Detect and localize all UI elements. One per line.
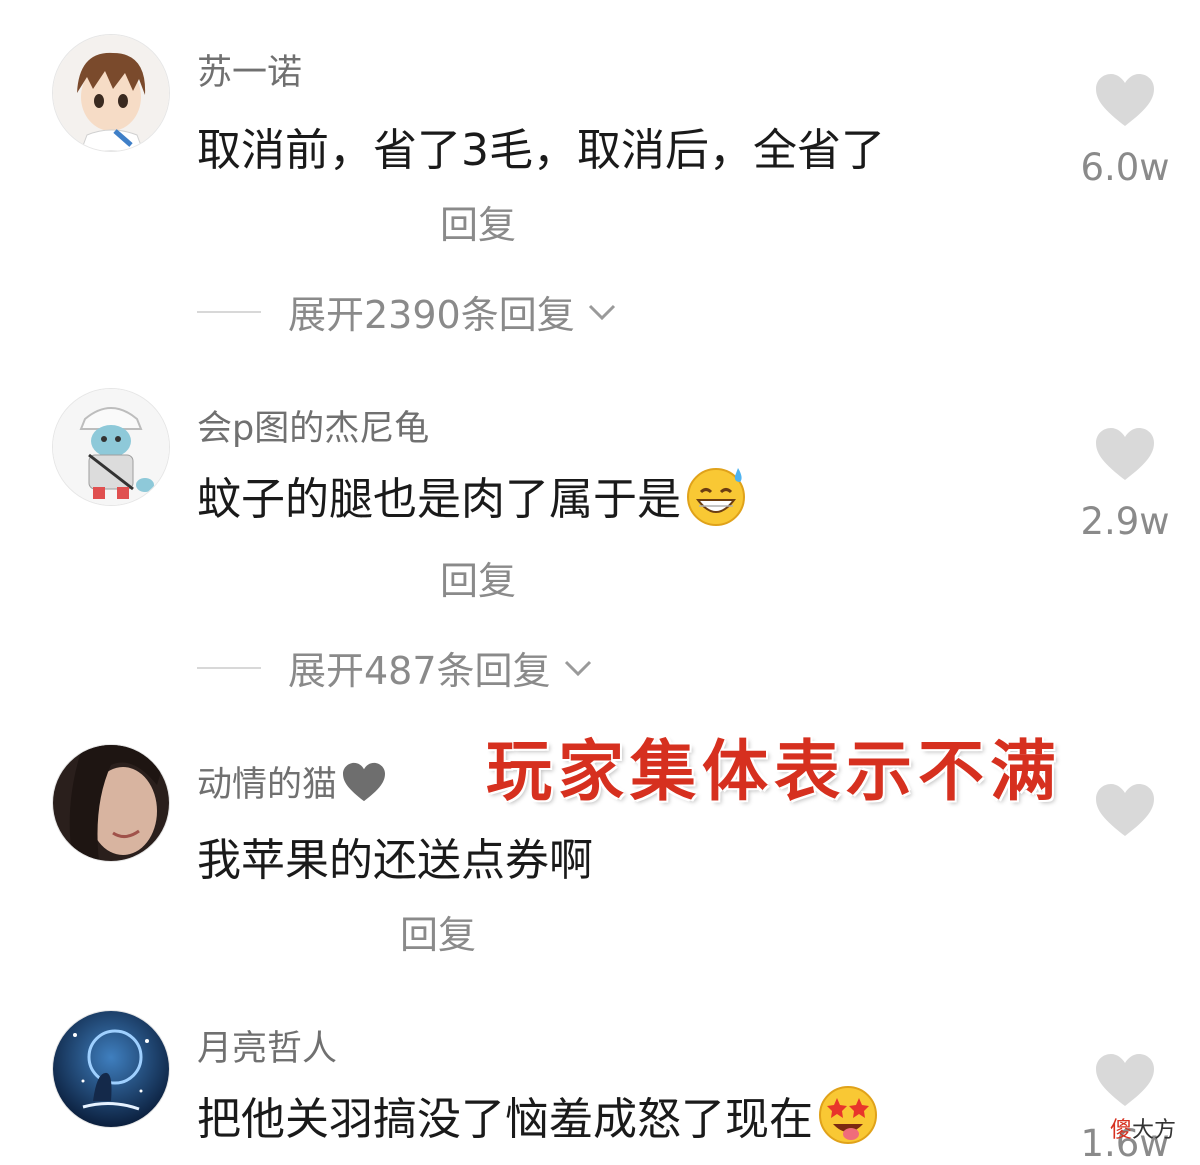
like-count: 6.0w (1080, 146, 1170, 189)
star-struck-emoji (815, 1082, 881, 1148)
grinning-sweat-emoji (683, 462, 749, 528)
comment-username[interactable]: 苏一诺 (197, 44, 302, 95)
reply-button[interactable]: 回复 (440, 550, 516, 605)
squirtle-avatar-icon (53, 389, 169, 505)
expand-replies-button[interactable]: 展开487条回复 (197, 640, 593, 695)
reply-button[interactable]: 回复 (400, 904, 476, 959)
comment-text: 取消前，省了3毛，取消后，全省了 (197, 125, 885, 176)
gray-heart-icon (343, 762, 386, 801)
expand-replies-label: 展开487条回复 (288, 649, 551, 693)
girl-photo-avatar-icon (53, 745, 169, 861)
chevron-down-icon (564, 660, 591, 676)
avatar[interactable] (52, 34, 170, 152)
heart-icon (1096, 74, 1154, 126)
like-button[interactable] (1070, 782, 1180, 838)
avatar[interactable] (52, 1010, 170, 1128)
watermark: 傻大方 (1110, 1112, 1176, 1144)
anime-boy-avatar-icon (53, 35, 169, 151)
heart-icon (1096, 784, 1154, 836)
comment-text-content: 蚊子的腿也是肉了属于是 (197, 474, 681, 525)
avatar[interactable] (52, 744, 170, 862)
comment-username[interactable]: 动情的猫 (197, 756, 387, 807)
divider (197, 666, 261, 669)
like-button[interactable]: 1.6w (1070, 1052, 1180, 1165)
comment-text-content: 把他关羽搞没了恼羞成怒了现在 (197, 1094, 813, 1145)
avatar[interactable] (52, 388, 170, 506)
reply-button[interactable]: 回复 (440, 194, 516, 249)
comment-text: 蚊子的腿也是肉了属于是 (197, 462, 749, 528)
heart-icon (1096, 1054, 1154, 1106)
like-count: 2.9w (1080, 500, 1170, 543)
chevron-down-icon (588, 304, 615, 320)
comment-text: 我苹果的还送点券啊 (197, 835, 593, 886)
heart-icon (1096, 428, 1154, 480)
comment-item: 苏一诺 取消前，省了3毛，取消后，全省了 回复 6.0w 展开2390条回复 (0, 0, 1200, 340)
moon-night-avatar-icon (53, 1011, 169, 1127)
username-text: 动情的猫 (197, 765, 338, 805)
comment-item: 月亮哲人 把他关羽搞没了恼羞成怒了现在 1.6w (0, 1000, 1200, 1165)
watermark-part1: 傻 (1110, 1118, 1133, 1143)
watermark-part2: 大方 (1132, 1118, 1177, 1143)
comment-item: 会p图的杰尼龟 蚊子的腿也是肉了属于是 回复 2.9w 展开487条回复 (0, 360, 1200, 700)
overlay-caption: 玩家集体表示不满 (486, 732, 1062, 810)
comment-text: 把他关羽搞没了恼羞成怒了现在 (197, 1082, 881, 1148)
comment-username[interactable]: 会p图的杰尼龟 (197, 400, 429, 451)
like-button[interactable]: 2.9w (1070, 426, 1180, 543)
expand-replies-label: 展开2390条回复 (288, 293, 575, 337)
comment-username[interactable]: 月亮哲人 (197, 1020, 337, 1071)
like-button[interactable]: 6.0w (1070, 72, 1180, 189)
expand-replies-button[interactable]: 展开2390条回复 (197, 284, 617, 339)
divider (197, 310, 261, 313)
